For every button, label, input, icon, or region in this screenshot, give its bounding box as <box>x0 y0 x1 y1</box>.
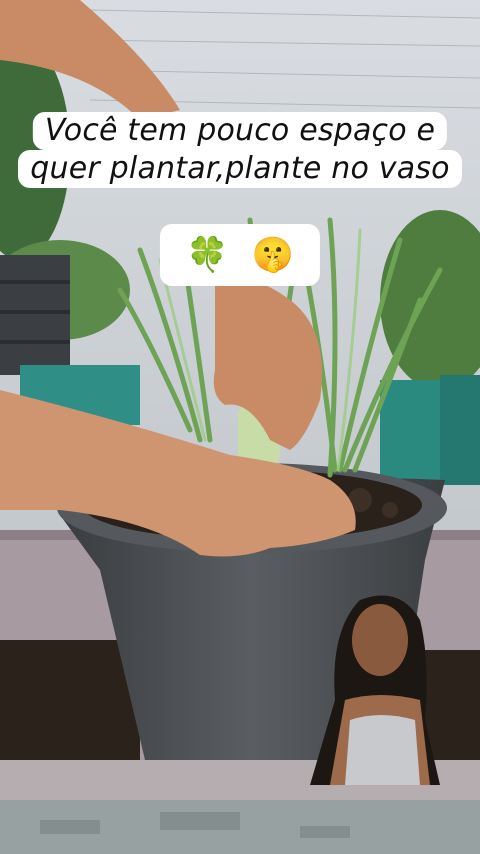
caption-emoji-row: 🍀 🤫 <box>159 224 321 286</box>
video-frame: Você tem pouco espaço e quer plantar,pla… <box>0 0 480 854</box>
shushing-face-icon: 🤫 <box>251 235 295 275</box>
four-leaf-clover-icon: 🍀 <box>185 235 229 275</box>
caption-line-1: Você tem pouco espaço e <box>32 112 448 150</box>
caption-line-2: quer plantar,plante no vaso <box>18 150 462 188</box>
